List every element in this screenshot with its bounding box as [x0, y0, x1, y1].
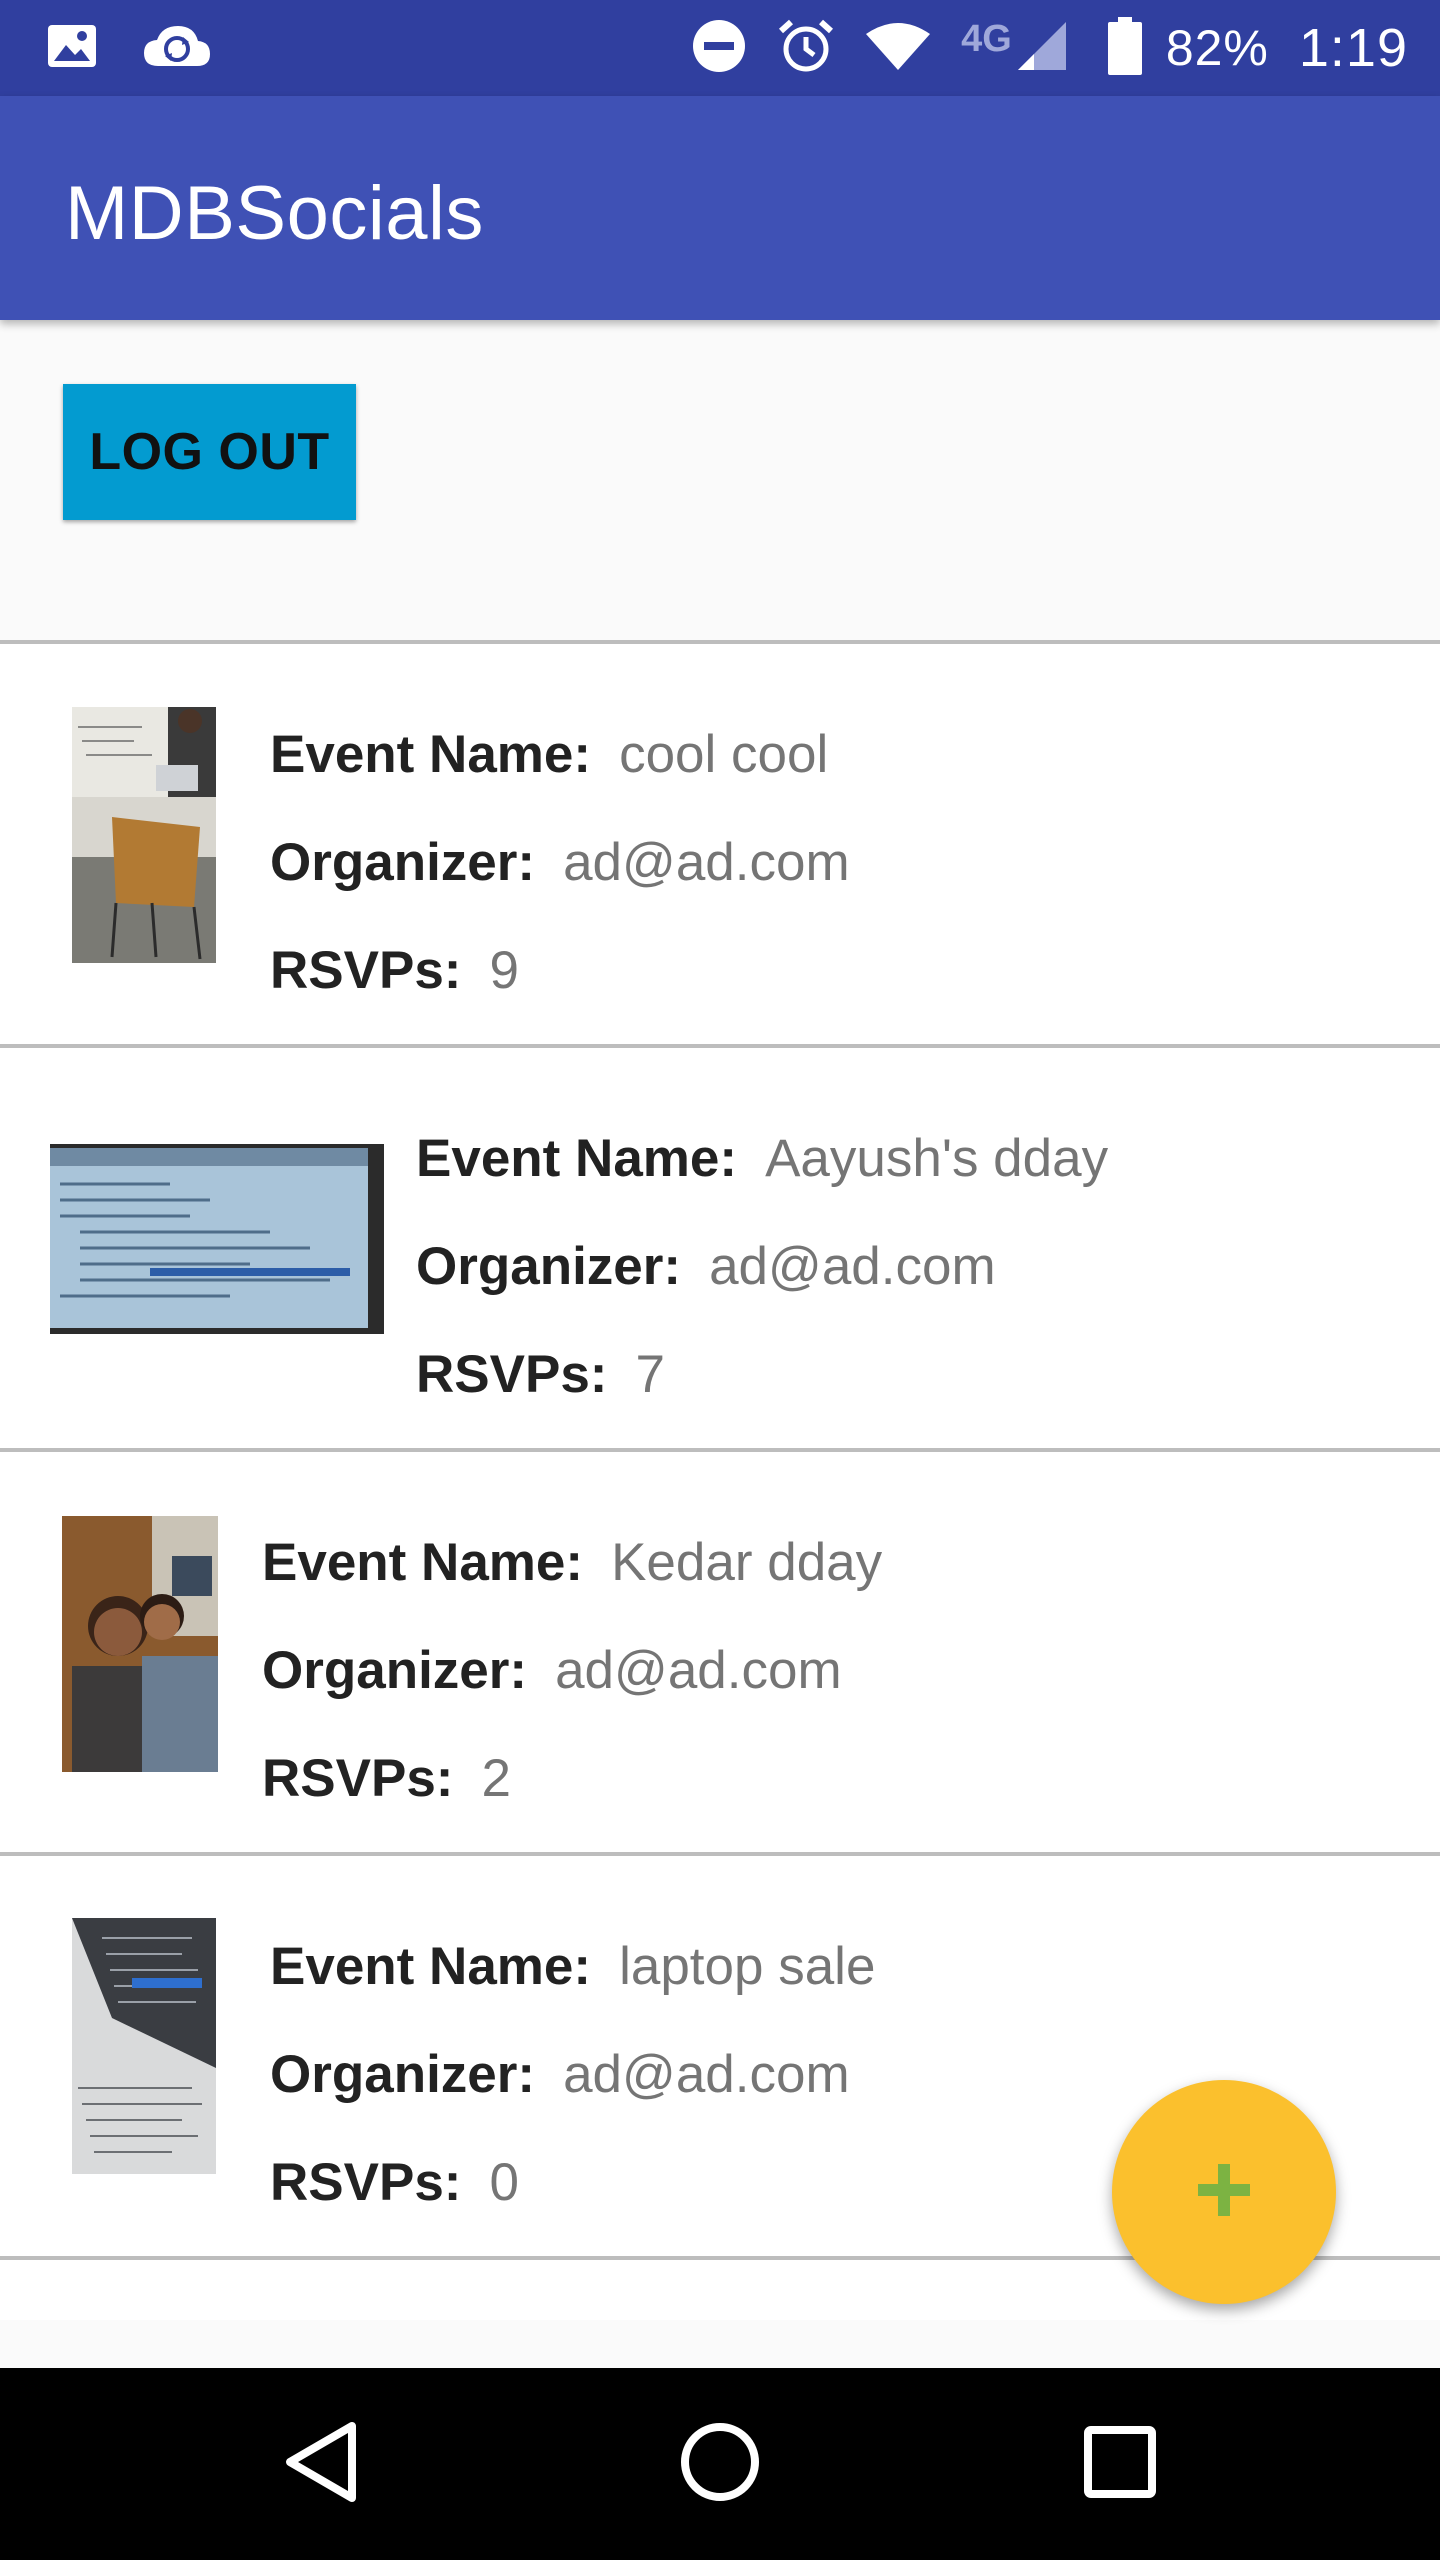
event-name-value: Kedar dday	[611, 1533, 883, 1592]
event-item[interactable]: Event Name: Kedar dday Organizer: ad@ad.co…	[0, 1452, 1440, 1852]
organizer-label: Organizer:	[270, 833, 536, 892]
cell-signal-icon	[1016, 20, 1068, 77]
navigation-bar	[0, 2368, 1440, 2560]
event-name-value: cool cool	[619, 725, 829, 784]
status-bar: 4G 82% 1:19	[0, 0, 1440, 96]
image-icon	[46, 23, 98, 74]
cloud-sync-icon	[142, 22, 212, 75]
recents-icon	[1084, 2425, 1156, 2503]
do-not-disturb-icon	[691, 18, 747, 79]
event-name-label: Event Name:	[262, 1533, 584, 1592]
event-name-field: Event Name: Aayush's dday	[416, 1128, 1108, 1189]
app-bar: MDBSocials	[0, 96, 1440, 320]
organizer-value: ad@ad.com	[563, 833, 850, 892]
rsvps-field: RSVPs: 7	[416, 1344, 665, 1405]
battery-icon	[1107, 16, 1142, 80]
status-left	[46, 22, 256, 75]
rsvps-label: RSVPs:	[416, 1345, 608, 1404]
recents-button[interactable]	[1000, 2368, 1240, 2560]
event-name-value: laptop sale	[619, 1937, 876, 1996]
back-button[interactable]	[200, 2368, 440, 2560]
event-thumbnail	[72, 1918, 216, 2174]
event-name-label: Event Name:	[270, 725, 592, 784]
rsvps-label: RSVPs:	[270, 941, 462, 1000]
event-thumbnail	[62, 1516, 218, 1772]
rsvps-field: RSVPs: 2	[262, 1748, 511, 1809]
rsvps-label: RSVPs:	[270, 2153, 462, 2212]
organizer-field: Organizer: ad@ad.com	[262, 1640, 842, 1701]
rsvps-field: RSVPs: 0	[270, 2152, 519, 2213]
back-icon	[282, 2420, 358, 2509]
event-thumbnail	[72, 707, 216, 963]
event-name-field: Event Name: cool cool	[270, 724, 828, 785]
event-name-label: Event Name:	[416, 1129, 738, 1188]
battery-percent: 82%	[1165, 20, 1269, 76]
wifi-icon	[865, 20, 931, 77]
rsvps-field: RSVPs: 9	[270, 940, 519, 1001]
organizer-field: Organizer: ad@ad.com	[270, 2044, 850, 2105]
add-event-button[interactable]	[1112, 2080, 1336, 2304]
alarm-icon	[777, 17, 835, 80]
organizer-field: Organizer: ad@ad.com	[270, 832, 850, 893]
event-item[interactable]: Event Name: cool cool Organizer: ad@ad.com…	[0, 644, 1440, 1044]
rsvps-value: 7	[635, 1345, 665, 1404]
event-item[interactable]: Event Name: Aayush's dday Organizer: ad@ad…	[0, 1048, 1440, 1448]
plus-icon	[1196, 2162, 1252, 2223]
status-time: 1:19	[1298, 18, 1408, 78]
home-icon	[680, 2422, 760, 2507]
event-name-value: Aayush's dday	[765, 1129, 1109, 1188]
organizer-value: ad@ad.com	[555, 1641, 842, 1700]
event-list[interactable]: Event Name: cool cool Organizer: ad@ad.com…	[0, 640, 1440, 2320]
event-name-field: Event Name: laptop sale	[270, 1936, 875, 1997]
rsvps-label: RSVPs:	[262, 1749, 454, 1808]
home-button[interactable]	[600, 2368, 840, 2560]
rsvps-value: 2	[481, 1749, 511, 1808]
organizer-label: Organizer:	[262, 1641, 528, 1700]
organizer-label: Organizer:	[416, 1237, 682, 1296]
event-thumbnail	[50, 1144, 384, 1334]
network-4g-lte-icon: 4G	[961, 20, 1012, 58]
network-label: 4G	[961, 18, 1012, 60]
event-name-field: Event Name: Kedar dday	[262, 1532, 882, 1593]
rsvps-value: 9	[489, 941, 519, 1000]
status-right: 4G 82% 1:19	[661, 16, 1408, 80]
organizer-value: ad@ad.com	[563, 2045, 850, 2104]
organizer-label: Organizer:	[270, 2045, 536, 2104]
organizer-field: Organizer: ad@ad.com	[416, 1236, 996, 1297]
rsvps-value: 0	[489, 2153, 519, 2212]
event-name-label: Event Name:	[270, 1937, 592, 1996]
organizer-value: ad@ad.com	[709, 1237, 996, 1296]
logout-button[interactable]: LOG OUT	[63, 384, 356, 520]
app-title: MDBSocials	[65, 171, 484, 256]
